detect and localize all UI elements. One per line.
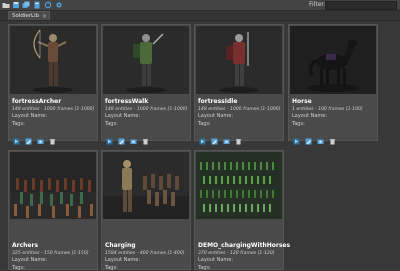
- card-meta: 1584 entities - 400 frames [1-400]: [105, 251, 185, 256]
- animation-card[interactable]: fortressIdle 148 entities - 1000 frames …: [194, 24, 284, 145]
- animation-card[interactable]: DEMO_chargingWithHorses 370 entities - 1…: [194, 150, 290, 271]
- tags-label: Tags:: [198, 121, 211, 127]
- card-title: Archers: [12, 242, 39, 249]
- edit-icon[interactable]: [25, 130, 32, 145]
- tags-label: Tags:: [198, 265, 211, 271]
- filter-label: Filter:: [309, 1, 326, 8]
- edit-icon[interactable]: [118, 130, 125, 145]
- card-meta: 148 entities - 1000 frames [1-1000]: [198, 107, 281, 112]
- layout-name-label: Layout Name:: [198, 113, 234, 119]
- layout-name-label: Layout Name:: [198, 257, 234, 263]
- tab-label: SoldierLib: [12, 13, 40, 19]
- camera-icon[interactable]: [130, 130, 137, 144]
- card-meta: 148 entities - 1000 frames [1-1000]: [12, 107, 95, 112]
- play-icon[interactable]: [199, 130, 206, 145]
- tags-label: Tags:: [292, 121, 305, 127]
- library-grid: fortressArcher 148 entities - 1000 frame…: [0, 21, 400, 271]
- thumbnail-archers: [10, 152, 96, 219]
- animation-card[interactable]: Archers 325 entities - 150 frames [1-150…: [8, 150, 98, 271]
- layout-name-label: Layout Name:: [12, 113, 48, 119]
- tags-label: Tags:: [105, 121, 118, 127]
- delete-icon[interactable]: [235, 130, 242, 145]
- card-actions: [13, 130, 73, 145]
- refresh-icon[interactable]: [44, 1, 52, 9]
- delete-icon[interactable]: [49, 130, 56, 145]
- thumbnail-idle: [196, 26, 282, 94]
- tab-soldierlib[interactable]: SoldierLib ×: [8, 11, 50, 20]
- card-title: fortressIdle: [198, 98, 238, 105]
- filter-input[interactable]: [325, 1, 397, 10]
- delete-icon[interactable]: [329, 130, 336, 145]
- camera-icon[interactable]: [317, 130, 324, 144]
- layout-name-label: Layout Name:: [105, 113, 141, 119]
- thumbnail-walk: [103, 26, 189, 94]
- card-meta: 325 entities - 150 frames [1-150]: [12, 251, 89, 256]
- animation-card[interactable]: fortressArcher 148 entities - 1000 frame…: [8, 24, 98, 145]
- thumbnail-archer: [10, 26, 96, 94]
- thumbnail-demo-charging: [196, 152, 282, 219]
- save-all-icon[interactable]: [22, 1, 30, 9]
- layout-name-label: Layout Name:: [12, 257, 48, 263]
- animation-card[interactable]: fortressWalk 148 entities - 1000 frames …: [101, 24, 191, 145]
- card-actions: [293, 130, 353, 145]
- close-icon[interactable]: ×: [42, 13, 47, 20]
- play-icon[interactable]: [13, 130, 20, 145]
- save-icon[interactable]: [12, 1, 20, 9]
- delete-icon[interactable]: [142, 130, 149, 145]
- animation-card[interactable]: Charging 1584 entities - 400 frames [1-4…: [101, 150, 191, 271]
- animation-card[interactable]: Horse 1 entities - 100 frames [1-100] La…: [288, 24, 378, 145]
- thumbnail-charging: [103, 152, 189, 219]
- play-icon[interactable]: [293, 130, 300, 145]
- play-icon[interactable]: [106, 130, 113, 145]
- card-meta: 1 entities - 100 frames [1-100]: [292, 107, 363, 112]
- tab-bar: SoldierLib ×: [0, 11, 400, 21]
- toolbar: Filter:: [0, 0, 400, 11]
- edit-icon[interactable]: [305, 130, 312, 145]
- tags-label: Tags:: [12, 121, 25, 127]
- card-title: fortressWalk: [105, 98, 149, 105]
- card-actions: [106, 130, 166, 145]
- card-title: Horse: [292, 98, 312, 105]
- new-file-icon[interactable]: [33, 1, 41, 9]
- settings-icon[interactable]: [55, 1, 63, 9]
- card-title: Charging: [105, 242, 136, 249]
- folder-open-icon[interactable]: [2, 1, 10, 9]
- card-meta: 370 entities - 120 frames [1-120]: [198, 251, 275, 256]
- card-meta: 148 entities - 1000 frames [1-1000]: [105, 107, 188, 112]
- card-title: fortressArcher: [12, 98, 62, 105]
- thumbnail-horse: [290, 26, 376, 94]
- card-title: DEMO_chargingWithHorses: [198, 242, 291, 249]
- card-actions: [199, 130, 259, 145]
- layout-name-label: Layout Name:: [105, 257, 141, 263]
- camera-icon[interactable]: [223, 130, 230, 144]
- layout-name-label: Layout Name:: [292, 113, 328, 119]
- tags-label: Tags:: [12, 265, 25, 271]
- camera-icon[interactable]: [37, 130, 44, 144]
- tags-label: Tags:: [105, 265, 118, 271]
- edit-icon[interactable]: [211, 130, 218, 145]
